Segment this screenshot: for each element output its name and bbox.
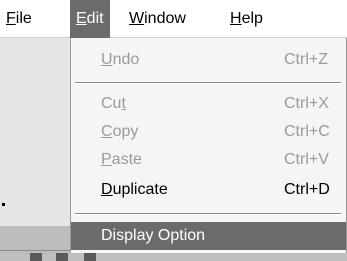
background-toolbar [0,226,70,250]
menu-item-duplicate-mnemonic: D [101,181,113,198]
menu-edit-rest: dit [86,10,104,27]
menu-help-rest: elp [241,10,263,27]
menu-item-cut[interactable]: Cut Ctrl+X [71,90,346,118]
menu-separator [75,82,341,84]
menu-item-display-option[interactable]: Display Option [71,222,346,250]
menu-item-undo-mnemonic: U [101,51,113,68]
menu-item-duplicate-label: Duplicate [101,176,168,204]
menu-item-copy-mnemonic: C [101,123,113,140]
menu-item-undo[interactable]: Undo Ctrl+Z [71,46,346,74]
menu-help[interactable]: Help [224,0,269,38]
menu-file-mnemonic: F [6,10,16,27]
menu-item-copy-label: Copy [101,118,138,146]
menu-item-paste[interactable]: Paste Ctrl+V [71,146,346,174]
bottom-bar-cell [30,253,42,261]
menu-item-cut-mnemonic: t [121,95,126,112]
bottom-bar-cell [56,253,68,261]
menu-item-cut-shortcut: Ctrl+X [284,95,329,112]
menu-item-cut-pre: Cu [101,95,122,112]
menu-item-undo-label: Undo [101,46,139,74]
background-marker [2,203,5,206]
menu-window-rest: indow [144,10,186,27]
menu-item-copy-shortcut: Ctrl+C [284,123,330,140]
menu-help-mnemonic: H [230,10,242,27]
menu-file[interactable]: File [0,0,38,38]
menu-separator [75,213,341,215]
menu-window-mnemonic: W [129,10,145,27]
menu-item-duplicate[interactable]: Duplicate Ctrl+D [71,176,346,204]
bottom-bar-cell [84,253,96,261]
menu-item-paste-rest: aste [111,151,142,168]
menu-item-undo-shortcut: Ctrl+Z [284,51,328,68]
menu-item-paste-mnemonic: P [101,151,112,168]
menu-item-duplicate-rest: uplicate [112,181,168,198]
menu-item-copy[interactable]: Copy Ctrl+C [71,118,346,146]
menu-item-cut-label: Cut [101,90,126,118]
menu-item-duplicate-shortcut: Ctrl+D [284,181,330,198]
menu-file-rest: ile [15,10,32,27]
menu-edit-mnemonic: E [76,10,87,27]
menu-item-paste-label: Paste [101,146,142,174]
edit-menu-dropdown: Undo Ctrl+Z Cut Ctrl+X Copy Ctrl+C Paste… [70,38,347,253]
menu-item-copy-rest: opy [112,123,139,140]
menu-window[interactable]: Window [123,0,192,38]
menu-item-paste-shortcut: Ctrl+V [284,151,329,168]
menu-bar: File Edit Window Help [0,0,347,38]
menu-edit[interactable]: Edit [70,0,110,38]
menu-item-undo-rest: ndo [112,51,140,68]
menu-item-display-option-label: Display Option [101,227,206,244]
